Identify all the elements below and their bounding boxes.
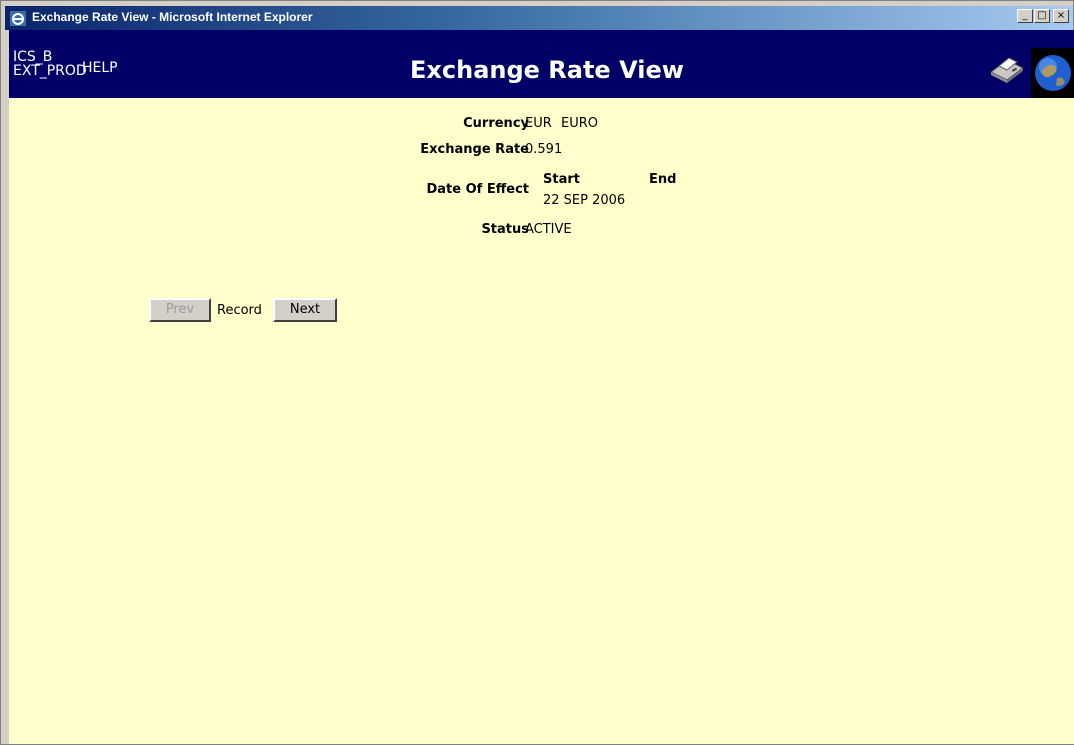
printer-icon[interactable] — [985, 54, 1029, 84]
environment-line-2: EXT_PROD — [13, 63, 87, 79]
globe-icon[interactable] — [1031, 48, 1074, 98]
help-link[interactable]: HELP — [82, 60, 118, 76]
status-label: Status — [481, 222, 529, 237]
exchange-rate-label: Exchange Rate — [420, 142, 529, 157]
currency-code: EUR — [525, 116, 552, 131]
start-date-label: Start — [543, 172, 580, 187]
browser-window: Exchange Rate View - Microsoft Internet … — [0, 0, 1074, 745]
window-titlebar[interactable]: Exchange Rate View - Microsoft Internet … — [5, 6, 1073, 30]
end-date-label: End — [649, 172, 677, 187]
close-button[interactable]: × — [1053, 9, 1069, 23]
next-record-button[interactable]: Next — [273, 298, 337, 322]
currency-name: EURO — [561, 116, 598, 131]
status-value: ACTIVE — [525, 222, 572, 237]
app-header: ICS_B EXT_PROD HELP Exchange Rate View — [9, 30, 1074, 98]
prev-record-button[interactable]: Prev — [149, 298, 211, 322]
window-title: Exchange Rate View - Microsoft Internet … — [32, 10, 313, 24]
page-title: Exchange Rate View — [410, 56, 684, 84]
exchange-rate-value: 0.591 — [525, 142, 563, 157]
environment-label: ICS_B EXT_PROD — [13, 50, 87, 78]
currency-label: Currency — [463, 116, 529, 131]
maximize-button[interactable]: □ — [1034, 9, 1050, 23]
date-of-effect-label: Date Of Effect — [426, 182, 529, 197]
record-label: Record — [217, 303, 262, 318]
environment-line-1: ICS_B — [13, 49, 53, 65]
start-date-value: 22 SEP 2006 — [543, 193, 626, 208]
minimize-button[interactable]: _ — [1017, 9, 1033, 23]
internet-explorer-icon — [10, 11, 26, 26]
page-content: ICS_B EXT_PROD HELP Exchange Rate View C… — [9, 30, 1074, 744]
